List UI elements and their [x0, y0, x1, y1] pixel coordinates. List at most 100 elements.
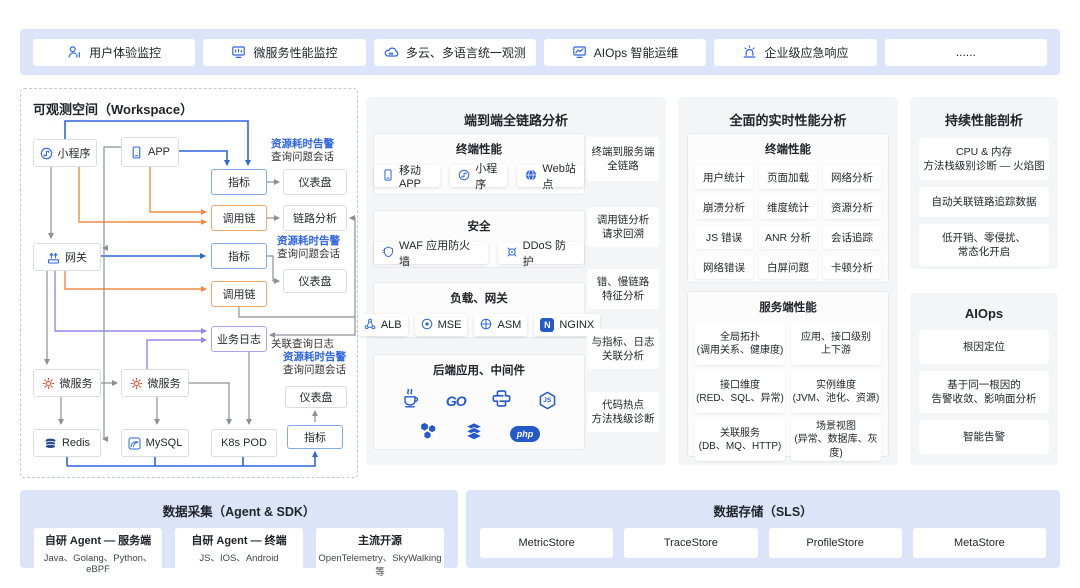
topbar-button-label: ...... — [956, 45, 976, 59]
topbar-button-emergency[interactable]: 企业级应急响应 — [714, 39, 876, 66]
data-storage-section: 数据存储（SLS） MetricStore TraceStore Profile… — [466, 490, 1060, 568]
mini-program-icon — [40, 147, 53, 160]
microservice-monitor-icon — [231, 45, 246, 59]
topbar-button-user-experience[interactable]: 用户体验监控 — [33, 39, 195, 66]
subpanel-backend-middleware: 后端应用、中间件 GO — [373, 354, 585, 450]
annotation-alert-2: 资源耗时告警 查询问题会话 — [277, 235, 340, 261]
pill-ddos: DDoS 防护 — [498, 242, 584, 264]
ddos-scope-icon — [506, 246, 518, 261]
metric-cell: 页面加载 — [759, 165, 817, 189]
note-box: 调用链分析 请求回溯 — [587, 207, 659, 247]
alb-icon — [364, 318, 376, 333]
topbar-button-microservice-monitor[interactable]: 微服务性能监控 — [203, 39, 365, 66]
microservice-icon — [130, 377, 143, 390]
node-dashboard-2: 仪表盘 — [283, 269, 347, 293]
profiling-panel-title: 持续性能剖析 — [910, 97, 1058, 129]
realtime-panel-title: 全面的实时性能分析 — [678, 97, 898, 129]
topbar-button-aiops[interactable]: AIOps 智能运维 — [544, 39, 706, 66]
metric-cell: 卡顿分析 — [823, 255, 881, 279]
metric-cell: 场景视图 (异常、数据库、灰度) — [791, 419, 881, 461]
e2e-notes-column: 终端到服务端 全链路 调用链分析 请求回溯 错、慢链路 特征分析 与指标、日志 … — [587, 97, 659, 465]
note-box: 终端到服务端 全链路 — [587, 137, 659, 181]
pill-mse: MSE — [415, 314, 468, 336]
aiops-panel-title: AIOps — [910, 293, 1058, 321]
e2e-analysis-panel: 端到端全链路分析 终端性能 移动APP — [366, 97, 666, 465]
subpanel-load-gateway: 负载、网关 ALB — [373, 282, 585, 338]
aiops-monitor-icon — [572, 45, 587, 59]
workspace-title: 可观测空间（Workspace） — [33, 99, 193, 118]
java-icon — [401, 388, 419, 413]
pill-alb: ALB — [358, 314, 408, 336]
gateway-icon — [47, 251, 60, 264]
subpanel-terminal-performance: 终端性能 用户统计 页面加载 网络分析 崩溃分析 维度统计 资源分析 JS 错误… — [687, 133, 889, 283]
nodejs-icon: JS — [538, 391, 557, 410]
metric-cell: 全局拓扑 (调用关系、健康度) — [695, 323, 785, 365]
pill-web-site: Web站点 — [517, 165, 584, 187]
metric-cell: 维度统计 — [759, 195, 817, 219]
topbar-button-label: 企业级应急响应 — [764, 44, 848, 61]
subpanel-terminal-perf: 终端性能 移动APP 小程序 — [373, 133, 585, 195]
realtime-performance-panel: 全面的实时性能分析 终端性能 用户统计 页面加载 网络分析 崩溃分析 维度统计 … — [678, 97, 898, 465]
metric-cell: 会话追踪 — [823, 225, 881, 249]
agent-box-server: 自研 Agent — 服务端 Java、Golang、Python、eBPF — [34, 528, 162, 583]
node-metric-1: 指标 — [211, 169, 267, 195]
aiops-panel: AIOps 根因定位 基于同一根因的 告警收敛、影响面分析 智能告警 — [910, 293, 1058, 465]
metric-cell: 网络分析 — [823, 165, 881, 189]
mse-icon — [421, 318, 433, 333]
pill-mini-program: 小程序 — [450, 165, 507, 187]
topbar-button-more[interactable]: ...... — [885, 39, 1047, 66]
node-biz-log: 业务日志 — [211, 326, 267, 352]
feature-box: 基于同一根因的 告警收敛、影响面分析 — [919, 371, 1049, 413]
store-box-profile: ProfileStore — [769, 528, 902, 558]
agent-box-opensource: 主流开源 OpenTelemetry、SkyWalking等 — [316, 528, 444, 583]
topbar-button-label: 用户体验监控 — [89, 44, 161, 61]
user-experience-icon — [67, 45, 82, 59]
feature-box: 根因定位 — [919, 330, 1049, 364]
mobile-app-icon — [130, 146, 143, 159]
e2e-subpanels: 终端性能 移动APP 小程序 — [373, 97, 585, 465]
metric-cell: 用户统计 — [695, 165, 753, 189]
store-box-metric: MetricStore — [480, 528, 613, 558]
feature-box: CPU & 内存 方法栈级别诊断 — 火焰图 — [919, 138, 1049, 180]
store-box-meta: MetaStore — [913, 528, 1046, 558]
store-box-trace: TraceStore — [624, 528, 757, 558]
metric-cell: 白屏问题 — [759, 255, 817, 279]
node-mysql: MySQL — [121, 429, 189, 457]
hexagon-cluster-icon — [418, 422, 438, 445]
profiling-panel: 持续性能剖析 CPU & 内存 方法栈级别诊断 — 火焰图 自动关联链路追踪数据… — [910, 97, 1058, 269]
observability-architecture-page: 用户体验监控 微服务性能监控 多云、多语言统一观测 — [0, 0, 1080, 588]
redis-icon — [44, 437, 57, 450]
layers-icon — [464, 422, 484, 445]
python-icon — [492, 389, 511, 413]
workspace-panel: 可观测空间（Workspace） — [20, 88, 358, 478]
pill-waf: WAF 应用防火墙 — [374, 242, 488, 264]
node-redis: Redis — [33, 429, 101, 457]
topbar-button-label: AIOps 智能运维 — [594, 44, 679, 61]
subpanel-server-performance: 服务端性能 全局拓扑 (调用关系、健康度) 应用、接口级别 上下游 接口维度 (… — [687, 291, 889, 457]
mini-program-icon — [458, 169, 470, 184]
feature-box: 低开销、零侵扰、 常态化开启 — [919, 224, 1049, 266]
metric-cell: 崩溃分析 — [695, 195, 753, 219]
feature-box: 智能告警 — [919, 420, 1049, 454]
data-storage-title: 数据存储（SLS） — [466, 490, 1060, 520]
annotation-alert-1: 资源耗时告警 查询问题会话 — [271, 138, 334, 164]
topbar-button-label: 多云、多语言统一观测 — [406, 44, 526, 61]
agent-box-terminal: 自研 Agent — 终端 JS、IOS、Android — [175, 528, 303, 583]
metric-cell: 应用、接口级别 上下游 — [791, 323, 881, 365]
node-metric-2: 指标 — [211, 243, 267, 269]
asm-mesh-icon — [480, 318, 492, 333]
node-microservice-2: 微服务 — [121, 369, 189, 397]
metric-cell: 关联服务 (DB、MQ、HTTP) — [695, 419, 785, 461]
node-trace-analysis: 链路分析 — [283, 205, 347, 231]
pill-asm: ASM — [474, 314, 527, 336]
node-gateway: 网关 — [33, 243, 101, 271]
node-trace-1: 调用链 — [211, 205, 267, 231]
topbar-button-multicloud[interactable]: 多云、多语言统一观测 — [374, 39, 536, 66]
waf-shield-icon — [382, 246, 394, 261]
nginx-icon: N — [540, 318, 554, 332]
data-collect-section: 数据采集（Agent & SDK） 自研 Agent — 服务端 Java、Go… — [20, 490, 458, 568]
node-mini-program: 小程序 — [33, 139, 97, 167]
globe-icon — [525, 169, 537, 184]
feature-box: 自动关联链路追踪数据 — [919, 187, 1049, 217]
metric-cell: JS 错误 — [695, 225, 753, 249]
